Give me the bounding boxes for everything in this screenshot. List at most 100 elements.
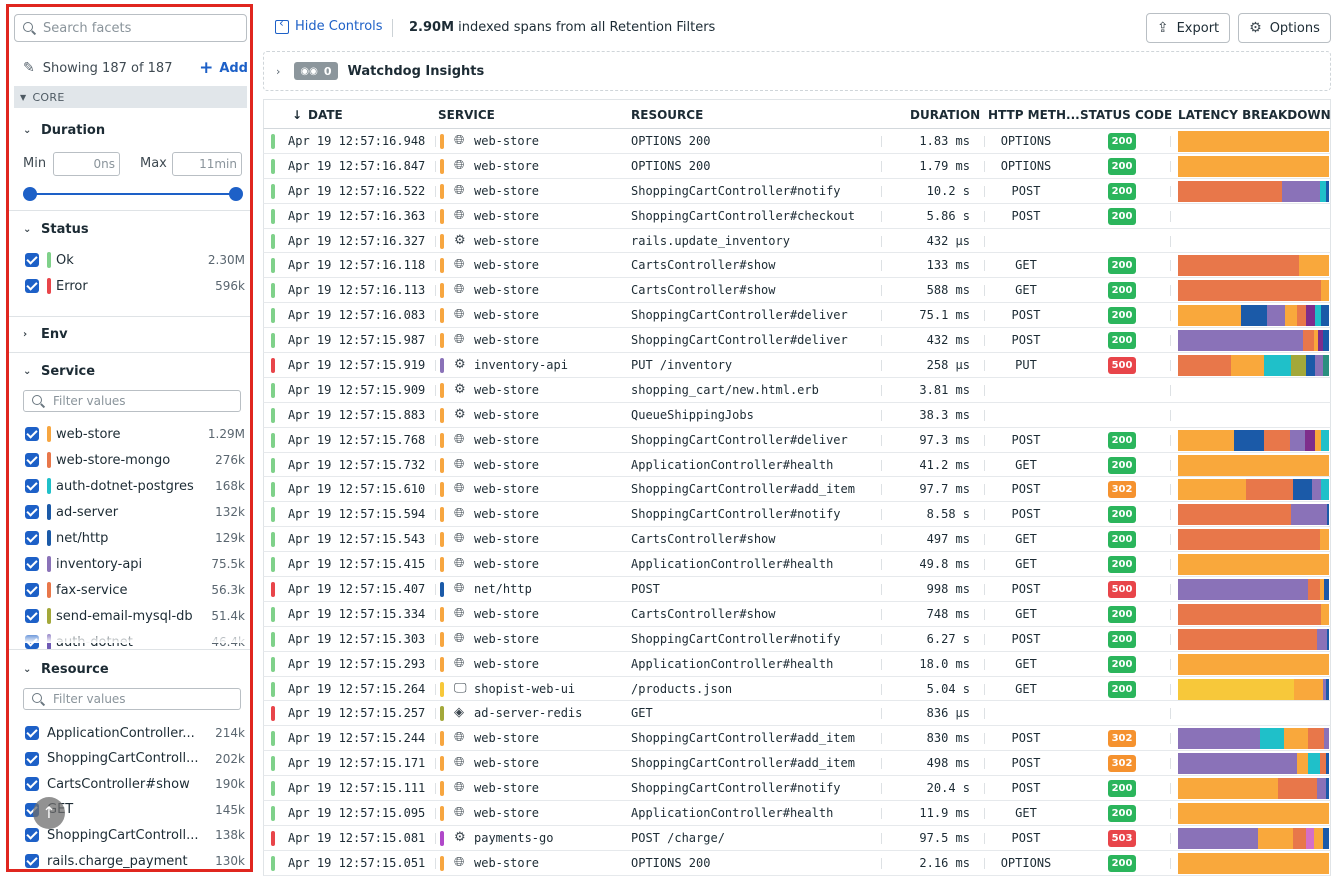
- resource-facet-item[interactable]: ApplicationController... 214k: [25, 723, 245, 743]
- column-header-http-method[interactable]: HTTP METH...: [988, 108, 1080, 122]
- table-row[interactable]: Apr 19 12:57:15.303 🌐︎ web-store ShoppingCa…: [263, 626, 1331, 652]
- checkbox[interactable]: [25, 726, 39, 740]
- table-row[interactable]: Apr 19 12:57:15.081 ⚙ payments-go POST /cha…: [263, 825, 1331, 851]
- checkbox[interactable]: [25, 479, 39, 493]
- column-header-latency-breakdown[interactable]: LATENCY BREAKDOWN: [1178, 108, 1331, 122]
- table-row[interactable]: Apr 19 12:57:15.095 🌐︎ web-store Applicatio…: [263, 801, 1331, 826]
- facet-item-count: 190k: [215, 777, 245, 792]
- service-facet-item[interactable]: ad-server 132k: [25, 502, 245, 522]
- table-row[interactable]: Apr 19 12:57:15.407 🌐︎ net/http POST 998 ms P…: [263, 577, 1331, 602]
- checkbox[interactable]: [25, 854, 39, 868]
- checkbox[interactable]: [25, 583, 39, 597]
- resource-facet-item[interactable]: rails.charge_payment 130k: [25, 851, 245, 869]
- scroll-to-top-button[interactable]: ↑: [33, 797, 65, 829]
- checkbox[interactable]: [25, 427, 39, 441]
- checkbox[interactable]: [25, 505, 39, 519]
- facet-item-label: auth-dotnet-postgres: [56, 478, 194, 494]
- duration-min-input[interactable]: 0ns: [53, 152, 120, 176]
- latency-breakdown-bar: [1178, 678, 1329, 700]
- table-row[interactable]: Apr 19 12:57:15.919 ⚙ inventory-api PUT /in…: [263, 353, 1331, 378]
- table-row[interactable]: Apr 19 12:57:15.883 ⚙ web-store QueueShippi…: [263, 402, 1331, 428]
- table-row[interactable]: Apr 19 12:57:15.171 🌐︎ web-store ShoppingCa…: [263, 751, 1331, 777]
- table-row[interactable]: Apr 19 12:57:15.264 🖵 shopist-web-ui/produ…: [263, 676, 1331, 702]
- facet-search-input[interactable]: Search facets: [14, 14, 247, 42]
- status-facet-item[interactable]: Error 596k: [25, 276, 245, 296]
- add-facet-button[interactable]: + Add: [199, 58, 248, 78]
- col-divider: [435, 185, 436, 197]
- service-facet-item[interactable]: auth-dotnet-postgres 168k: [25, 476, 245, 496]
- service-facet-item[interactable]: inventory-api 75.5k: [25, 554, 245, 574]
- col-divider: [881, 160, 882, 172]
- export-button[interactable]: ⇪ Export: [1146, 13, 1230, 43]
- table-row[interactable]: Apr 19 12:57:15.610 🌐︎ web-store ShoppingCa…: [263, 477, 1331, 503]
- service-facet-item[interactable]: web-store 1.29M: [25, 424, 245, 444]
- col-divider: [435, 260, 436, 272]
- core-group-header[interactable]: ▼ CORE: [14, 86, 247, 108]
- checkbox[interactable]: [25, 777, 39, 792]
- resource-facet-item[interactable]: ShoppingCartControll... 138k: [25, 825, 245, 845]
- duration-slider-min-handle[interactable]: [23, 187, 37, 201]
- resource-facet-item[interactable]: CartsController#show 190k: [25, 774, 245, 794]
- column-header-service[interactable]: SERVICE: [438, 108, 495, 122]
- table-row[interactable]: Apr 19 12:57:15.594 🌐︎ web-store ShoppingCa…: [263, 502, 1331, 528]
- service-facet-item[interactable]: fax-service 56.3k: [25, 580, 245, 600]
- table-row[interactable]: Apr 19 12:57:15.334 🌐︎ web-store CartsContr…: [263, 601, 1331, 627]
- resource-filter-input[interactable]: Filter values: [23, 688, 241, 710]
- table-row[interactable]: Apr 19 12:57:15.415 🌐︎ web-store Applicatio…: [263, 552, 1331, 578]
- cell-date: Apr 19 12:57:15.111: [288, 781, 426, 796]
- col-divider: [435, 708, 436, 720]
- service-facet-header[interactable]: ⌄ Service: [23, 364, 95, 379]
- sort-desc-icon[interactable]: ↓: [292, 108, 302, 122]
- column-header-duration[interactable]: DURATION: [910, 108, 980, 122]
- table-row[interactable]: Apr 19 12:57:16.847 🌐︎ web-store OPTIONS 20…: [263, 153, 1331, 179]
- hide-controls-button[interactable]: Hide Controls: [275, 16, 383, 34]
- checkbox[interactable]: [25, 828, 39, 843]
- table-row[interactable]: Apr 19 12:57:15.244 🌐︎ web-store ShoppingCa…: [263, 726, 1331, 752]
- watchdog-insights-bar[interactable]: › ◉◉ 0 Watchdog Insights: [263, 51, 1331, 91]
- service-filter-input[interactable]: Filter values: [23, 390, 241, 412]
- column-header-status-code[interactable]: STATUS CODE: [1080, 108, 1172, 122]
- table-row[interactable]: Apr 19 12:57:16.113 🌐︎ web-store CartsContr…: [263, 278, 1331, 304]
- checkbox[interactable]: [25, 531, 39, 545]
- status-facet-header[interactable]: ⌄ Status: [23, 222, 89, 237]
- table-row[interactable]: Apr 19 12:57:16.363 🌐︎ web-store ShoppingCa…: [263, 203, 1331, 229]
- duration-slider-track[interactable]: [30, 193, 236, 195]
- column-header-date[interactable]: DATE: [308, 108, 343, 122]
- options-button[interactable]: ⚙ Options: [1238, 13, 1331, 43]
- checkbox[interactable]: [25, 751, 39, 766]
- table-row[interactable]: Apr 19 12:57:15.051 🌐︎ web-store OPTIONS 20…: [263, 850, 1331, 876]
- table-row[interactable]: Apr 19 12:57:15.987 🌐︎ web-store ShoppingCa…: [263, 328, 1331, 354]
- service-facet-item[interactable]: send-email-mysql-db 51.4k: [25, 606, 245, 626]
- duration-facet-header[interactable]: ⌄ Duration: [23, 123, 105, 138]
- cell-http-method: POST: [1011, 582, 1041, 597]
- table-row[interactable]: Apr 19 12:57:15.543 🌐︎ web-store CartsContr…: [263, 527, 1331, 553]
- status-facet-item[interactable]: Ok 2.30M: [25, 250, 245, 270]
- table-row[interactable]: Apr 19 12:57:16.522 🌐︎ web-store ShoppingCa…: [263, 178, 1331, 204]
- table-row[interactable]: Apr 19 12:57:16.118 🌐︎ web-store CartsContr…: [263, 253, 1331, 279]
- service-facet-item[interactable]: web-store-mongo 276k: [25, 450, 245, 470]
- checkbox[interactable]: [25, 453, 39, 467]
- cell-http-method: GET: [1015, 656, 1037, 671]
- table-row[interactable]: Apr 19 12:57:16.948 🌐︎ web-store OPTIONS 20…: [263, 129, 1331, 154]
- table-row[interactable]: Apr 19 12:57:15.768 🌐︎ web-store ShoppingCa…: [263, 427, 1331, 453]
- checkbox[interactable]: [25, 609, 39, 623]
- table-row[interactable]: Apr 19 12:57:15.732 🌐︎ web-store Applicatio…: [263, 452, 1331, 478]
- resource-facet-item[interactable]: ShoppingCartControll... 202k: [25, 749, 245, 769]
- column-header-resource[interactable]: RESOURCE: [631, 108, 703, 122]
- resource-facet-header[interactable]: ⌄ Resource: [23, 662, 109, 677]
- duration-slider-max-handle[interactable]: [229, 187, 243, 201]
- duration-max-input[interactable]: 11min: [172, 152, 242, 176]
- table-row[interactable]: Apr 19 12:57:16.327 ⚙ web-store rails.updat…: [263, 228, 1331, 254]
- table-row[interactable]: Apr 19 12:57:15.909 ⚙ web-store shopping_ca…: [263, 377, 1331, 403]
- pencil-icon[interactable]: ✎: [23, 60, 35, 76]
- table-row[interactable]: Apr 19 12:57:16.083 🌐︎ web-store ShoppingCa…: [263, 303, 1331, 329]
- table-row[interactable]: Apr 19 12:57:15.293 🌐︎ web-store Applicatio…: [263, 651, 1331, 677]
- env-facet-header[interactable]: › Env: [23, 327, 68, 342]
- service-facet-item[interactable]: net/http 129k: [25, 528, 245, 548]
- table-row[interactable]: Apr 19 12:57:15.111 🌐︎ web-store ShoppingCa…: [263, 776, 1331, 802]
- service-color-bar: [440, 830, 444, 846]
- checkbox[interactable]: [25, 279, 39, 293]
- checkbox[interactable]: [25, 557, 39, 571]
- table-row[interactable]: Apr 19 12:57:15.257 ◈ ad-server-redis GET 83…: [263, 701, 1331, 727]
- checkbox[interactable]: [25, 253, 39, 267]
